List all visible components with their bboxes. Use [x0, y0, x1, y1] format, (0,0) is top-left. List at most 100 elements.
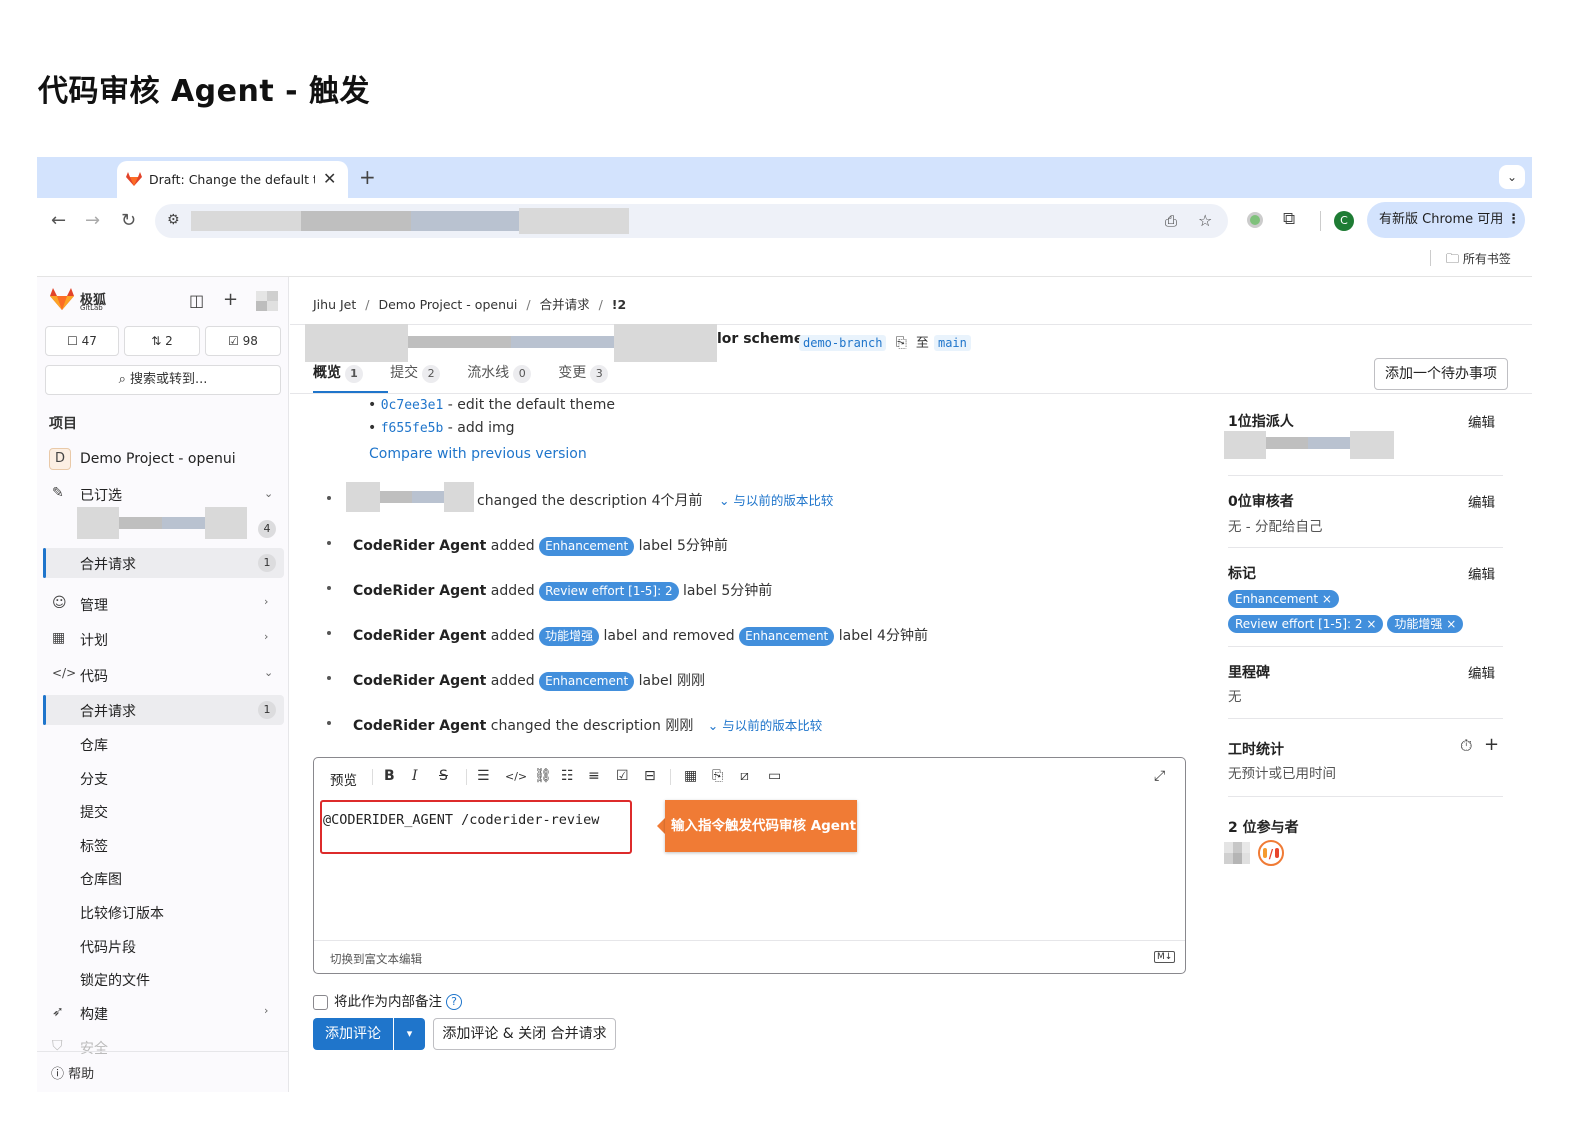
sidebar-item-branches[interactable]: 分支 [80, 769, 108, 789]
breadcrumb-item[interactable]: 合并请求 [540, 297, 590, 312]
search-button[interactable]: ⌕ 搜索或转到... [45, 365, 281, 395]
italic-icon[interactable]: I [412, 768, 418, 784]
commit-sha-link[interactable]: f655fe5b [381, 421, 444, 436]
preview-tab[interactable]: 预览 [330, 769, 357, 789]
compare-version-link[interactable]: ⌄ 与以前的版本比较 [708, 718, 822, 733]
sidebar-item-build[interactable]: 构建 [80, 1004, 108, 1024]
bookmark-star-icon[interactable]: ☆ [1198, 211, 1212, 230]
sidebar-item-merge-requests[interactable]: 合并请求 [80, 701, 136, 721]
label-chip[interactable]: 功能增强 [539, 627, 600, 646]
label-chip[interactable]: Enhancement [739, 627, 835, 646]
edit-assignee-button[interactable]: 编辑 [1468, 411, 1495, 431]
label-chip[interactable]: Enhancement [539, 537, 635, 556]
bullet-list-icon[interactable]: ☷ [561, 768, 574, 784]
actor-link[interactable]: CodeRider Agent [353, 718, 486, 734]
profile-avatar[interactable]: C [1334, 211, 1354, 231]
target-branch[interactable]: main [933, 335, 971, 351]
add-todo-button[interactable]: 添加一个待办事项 [1374, 358, 1508, 390]
chevron-down-icon[interactable]: ⌄ [264, 666, 273, 679]
stopwatch-icon[interactable]: ⏱ [1460, 736, 1472, 756]
label-chip[interactable]: Enhancement × [1228, 590, 1339, 608]
create-new-icon[interactable]: + [223, 289, 238, 310]
label-chip[interactable]: Review effort [1-5]: 2 × [1228, 615, 1384, 633]
tab-pipelines[interactable]: 流水线 0 [467, 362, 532, 383]
link-icon[interactable]: ⛓ [534, 768, 552, 784]
edit-labels-button[interactable]: 编辑 [1468, 563, 1495, 583]
new-tab-button[interactable]: + [359, 165, 376, 189]
numbered-list-icon[interactable]: ≡ [588, 768, 600, 784]
add-comment-button[interactable]: 添加评论 [313, 1018, 393, 1050]
forward-arrow-icon[interactable]: → [85, 210, 100, 231]
collapsible-icon[interactable]: ⊟ [644, 768, 656, 784]
switch-rich-text-button[interactable]: 切换到富文本编辑 [330, 951, 422, 967]
chevron-down-icon[interactable]: ⌄ [264, 487, 273, 500]
label-chip[interactable]: 功能增强 × [1387, 615, 1464, 633]
quote-icon[interactable]: ☰ [477, 768, 490, 784]
sidebar-item-pinned-merge-requests[interactable]: 合并请求 [80, 554, 136, 574]
sidebar-item-code[interactable]: 代码 [80, 666, 108, 686]
add-and-close-button[interactable]: 添加评论 & 关闭 合并请求 [433, 1018, 616, 1050]
jihu-gitlab-logo-icon[interactable] [49, 287, 75, 311]
actor-link[interactable]: CodeRider Agent [353, 673, 486, 689]
add-time-icon[interactable]: + [1484, 734, 1499, 755]
compare-previous-link[interactable]: Compare with previous version [369, 446, 587, 462]
todos-count-button[interactable]: ☑ 98 [205, 326, 281, 356]
sidebar-item-commits[interactable]: 提交 [80, 802, 108, 822]
task-list-icon[interactable]: ☑ [616, 768, 629, 784]
site-settings-icon[interactable]: ⚙ [167, 212, 180, 228]
edit-milestone-button[interactable]: 编辑 [1468, 662, 1495, 682]
tab-changes[interactable]: 变更 3 [558, 362, 609, 383]
sidebar-item-locked-files[interactable]: 锁定的文件 [80, 970, 150, 990]
compare-version-link[interactable]: ⌄ 与以前的版本比较 [719, 493, 833, 508]
breadcrumb-item[interactable]: Demo Project - openui [378, 297, 517, 312]
chevron-right-icon[interactable]: › [264, 630, 268, 643]
sidebar-item-security[interactable]: 安全 [80, 1038, 108, 1058]
sidebar-item-snippets[interactable]: 代码片段 [80, 937, 136, 957]
participant-avatar[interactable] [1224, 842, 1250, 864]
strikethrough-icon[interactable]: S [439, 768, 448, 784]
commit-sha-link[interactable]: 0c7ee3e1 [381, 398, 444, 413]
attach-icon[interactable]: ⎘ [712, 768, 723, 784]
sidebar-item-project[interactable]: Demo Project - openui [80, 451, 236, 467]
help-button[interactable]: ⓘ 帮助 [51, 1063, 94, 1082]
table-icon[interactable]: ▦ [684, 768, 697, 784]
help-icon[interactable]: ? [446, 994, 462, 1010]
label-chip[interactable]: Review effort [1-5]: 2 [539, 582, 679, 601]
sidebar-item-repository[interactable]: 仓库 [80, 735, 108, 755]
code-icon[interactable]: </> [505, 770, 527, 783]
chevron-down-icon[interactable]: ⌄ [1499, 165, 1525, 189]
breadcrumb-item[interactable]: Jihu Jet [313, 297, 356, 312]
sidebar-item-repo-graph[interactable]: 仓库图 [80, 869, 122, 889]
reload-icon[interactable]: ↻ [121, 210, 136, 231]
tab-commits[interactable]: 提交 2 [390, 362, 441, 383]
edit-reviewer-button[interactable]: 编辑 [1468, 491, 1495, 511]
merge-requests-count-button[interactable]: ⇅ 2 [124, 326, 200, 356]
source-branch[interactable]: demo-branch [799, 335, 887, 351]
sidebar-item-compare[interactable]: 比较修订版本 [80, 903, 164, 923]
user-avatar[interactable] [256, 291, 278, 311]
copy-icon[interactable]: ⎘ [896, 335, 907, 351]
coderider-agent-avatar-icon[interactable]: / [1258, 840, 1284, 866]
sidebar-item-tags[interactable]: 标签 [80, 836, 108, 856]
actor-link[interactable]: CodeRider Agent [353, 628, 486, 644]
bold-icon[interactable]: B [384, 768, 395, 784]
install-app-icon[interactable]: ⎙ [1165, 212, 1177, 230]
fullscreen-icon[interactable]: ⤢ [1154, 768, 1165, 784]
browser-tab[interactable]: Draft: Change the default theme ✕ [117, 161, 348, 198]
chevron-down-icon[interactable]: ▾ [394, 1018, 425, 1050]
update-chrome-button[interactable]: 有新版 Chrome 可用 ⋮ [1367, 202, 1525, 238]
chevron-right-icon[interactable]: › [264, 595, 268, 608]
chevron-right-icon[interactable]: › [264, 1004, 268, 1017]
sidebar-toggle-icon[interactable]: ◫ [189, 291, 204, 310]
comment-textarea[interactable]: @CODERIDER_AGENT /coderider-review [323, 812, 599, 828]
all-bookmarks[interactable]: 🗀 所有书签 [1446, 250, 1511, 272]
close-icon[interactable]: ✕ [323, 169, 336, 188]
extensions-puzzle-icon[interactable]: ⧉ [1283, 209, 1295, 229]
address-bar[interactable]: ⚙ ⎙ ☆ [155, 204, 1228, 238]
sidebar-item-manage[interactable]: 管理 [80, 595, 108, 615]
back-arrow-icon[interactable]: ← [51, 210, 66, 231]
breadcrumb-item[interactable]: !2 [612, 297, 626, 312]
reviewer-value[interactable]: 无 - 分配给自己 [1228, 515, 1322, 535]
label-chip[interactable]: Enhancement [539, 672, 635, 691]
more-vert-icon[interactable]: ⋮ [1507, 202, 1520, 238]
